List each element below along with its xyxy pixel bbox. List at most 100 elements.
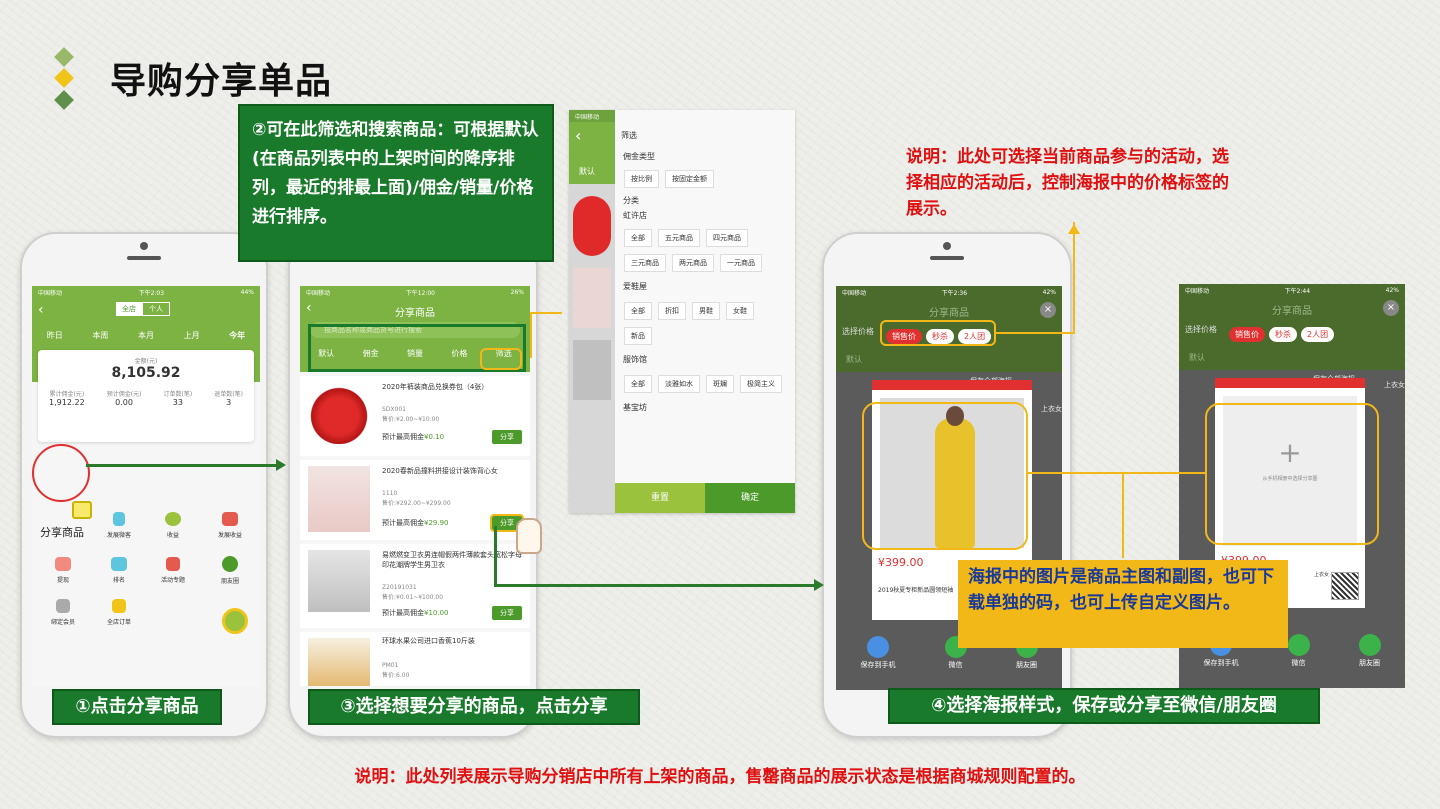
filter-option[interactable]: 淡雅如水: [658, 375, 700, 393]
filter-option[interactable]: 一元商品: [720, 254, 762, 272]
moments-icon: [222, 556, 238, 572]
toggle-personal[interactable]: 个人: [142, 302, 170, 316]
toggle-store[interactable]: 全店: [116, 302, 142, 316]
menu-develop[interactable]: 发展微客: [94, 530, 144, 539]
share-bag-icon[interactable]: [72, 501, 92, 519]
filter-option[interactable]: 全部: [624, 229, 652, 247]
menu-moments[interactable]: 朋友圈: [202, 576, 258, 585]
amount-label: 金额(元): [134, 358, 158, 365]
filter-option[interactable]: 新品: [624, 327, 652, 345]
filter-option[interactable]: 四元商品: [706, 229, 748, 247]
moments-icon[interactable]: [1358, 634, 1381, 656]
sort-default: 默认: [579, 167, 595, 176]
product-image: [573, 196, 611, 256]
filter-option[interactable]: 全部: [624, 375, 652, 393]
status-time: 下午12:00: [405, 289, 435, 297]
status-carrier: 中国移动: [842, 289, 867, 297]
withdraw-icon: [55, 557, 71, 571]
arrow-line: [86, 464, 278, 467]
tab-yesterday[interactable]: 昨日: [47, 330, 63, 341]
share-button[interactable]: 分享: [492, 606, 522, 620]
menu-topic[interactable]: 活动专题: [148, 575, 198, 584]
menu-dev-income[interactable]: 发展收益: [202, 530, 258, 539]
save-to-phone[interactable]: 保存到手机: [1204, 658, 1239, 668]
menu-withdraw[interactable]: 提现: [38, 575, 88, 584]
share-moments[interactable]: 朋友圈: [1016, 660, 1038, 670]
speaker-icon: [930, 256, 964, 260]
share-moments[interactable]: 朋友圈: [1359, 658, 1381, 668]
filter-option[interactable]: 全部: [624, 302, 652, 320]
product-price: 售价:¥292.00~¥299.00: [382, 500, 451, 507]
camera-icon: [943, 242, 951, 250]
save-to-phone[interactable]: 保存到手机: [861, 660, 896, 670]
share-wechat[interactable]: 微信: [1288, 658, 1310, 668]
store-name: 服饰馆: [623, 355, 647, 364]
tag-group-buy[interactable]: 2人团: [1301, 327, 1335, 342]
menu-bind-member[interactable]: 绑定会员: [38, 617, 88, 626]
menu-orders[interactable]: 全店订单: [94, 617, 144, 626]
filter-option[interactable]: 女鞋: [726, 302, 754, 320]
wechat-icon[interactable]: [1287, 634, 1310, 656]
connector-line: [1026, 472, 1206, 474]
product-image: [573, 340, 611, 400]
stat-label: 预计佣金(元): [106, 391, 142, 398]
filter-option[interactable]: 五元商品: [658, 229, 700, 247]
product-sku: SDX001: [382, 406, 406, 413]
connector-line: [1122, 472, 1124, 558]
status-carrier: 中国移动: [1185, 287, 1210, 295]
list-item[interactable]: 环球水果公司进口香蕉10斤装 PM01 售价:6.00: [300, 632, 530, 686]
filter-option[interactable]: 极简主义: [740, 375, 782, 393]
share-wechat[interactable]: 微信: [945, 660, 967, 670]
filter-option[interactable]: 三元商品: [624, 254, 666, 272]
tab-year[interactable]: 今年: [229, 330, 245, 341]
filter-option[interactable]: 两元商品: [672, 254, 714, 272]
stat-label: 累计佣金(元): [49, 391, 85, 398]
tab-last-month[interactable]: 上月: [184, 330, 200, 341]
tag-sale-price[interactable]: 销售价: [1229, 327, 1265, 342]
commission-label: 预计最高佣金: [382, 433, 424, 441]
callout-filter-sort: ②可在此筛选和搜索商品：可根据默认(在商品列表中的上架时间的降序排列，最近的排最…: [238, 104, 554, 262]
product-sku: 1110: [382, 490, 398, 497]
option-by-ratio[interactable]: 按比例: [624, 170, 659, 188]
filter-option[interactable]: 斑斓: [706, 375, 734, 393]
chart-icon: [222, 512, 238, 526]
product-image: [573, 268, 611, 328]
option-fixed[interactable]: 按固定金额: [665, 170, 714, 188]
status-carrier: 中国移动: [306, 289, 331, 297]
filter-option[interactable]: 男鞋: [692, 302, 720, 320]
filter-option[interactable]: 折扣: [658, 302, 686, 320]
tag-flash-sale[interactable]: 秒杀: [1269, 327, 1297, 342]
next-poster-caption: 上衣女: [1384, 381, 1405, 389]
product-sku: PM01: [382, 662, 399, 669]
status-carrier: 中国移动: [38, 289, 63, 297]
tab-month[interactable]: 本月: [138, 330, 154, 341]
close-icon[interactable]: ×: [1383, 300, 1399, 316]
arrow-head-icon: [814, 579, 824, 591]
list-item[interactable]: 2020年裤装商品兑换券包（4张） SDX001 售价:¥2.00~¥10.00…: [300, 376, 530, 456]
download-icon[interactable]: [867, 636, 889, 658]
product-sku: Z20191031: [382, 584, 417, 591]
menu-share-goods[interactable]: 分享商品: [34, 524, 90, 540]
back-icon[interactable]: ‹: [575, 126, 581, 145]
share-button[interactable]: 分享: [492, 430, 522, 444]
store-name: 基宝坊: [623, 403, 647, 412]
confirm-button[interactable]: 确定: [705, 483, 795, 513]
phone-frame-2: 中国移动 下午12:00 26% ‹ 分享商品 按商品名称或商品货号进行搜索 默认佣…: [288, 232, 542, 738]
reset-button[interactable]: 重置: [615, 483, 705, 513]
menu-rank[interactable]: 排名: [94, 575, 144, 584]
hand-pointer-icon: [516, 518, 542, 554]
order-icon: [112, 599, 126, 613]
status-time: 下午2:44: [1284, 287, 1311, 295]
float-service-icon[interactable]: [222, 608, 248, 634]
back-icon[interactable]: ‹: [38, 302, 44, 318]
connector-line: [530, 312, 562, 358]
menu-income[interactable]: 收益: [148, 530, 198, 539]
product-image: [308, 550, 370, 612]
tag-highlight: [880, 320, 996, 346]
commission-label: 预计最高佣金: [382, 519, 424, 527]
stat-value: 0.00: [115, 398, 133, 407]
header-title: 分享商品: [1272, 306, 1312, 317]
tab-week[interactable]: 本周: [92, 330, 108, 341]
status-battery: 44%: [240, 288, 254, 296]
section-commission-type: 佣金类型: [623, 152, 655, 161]
